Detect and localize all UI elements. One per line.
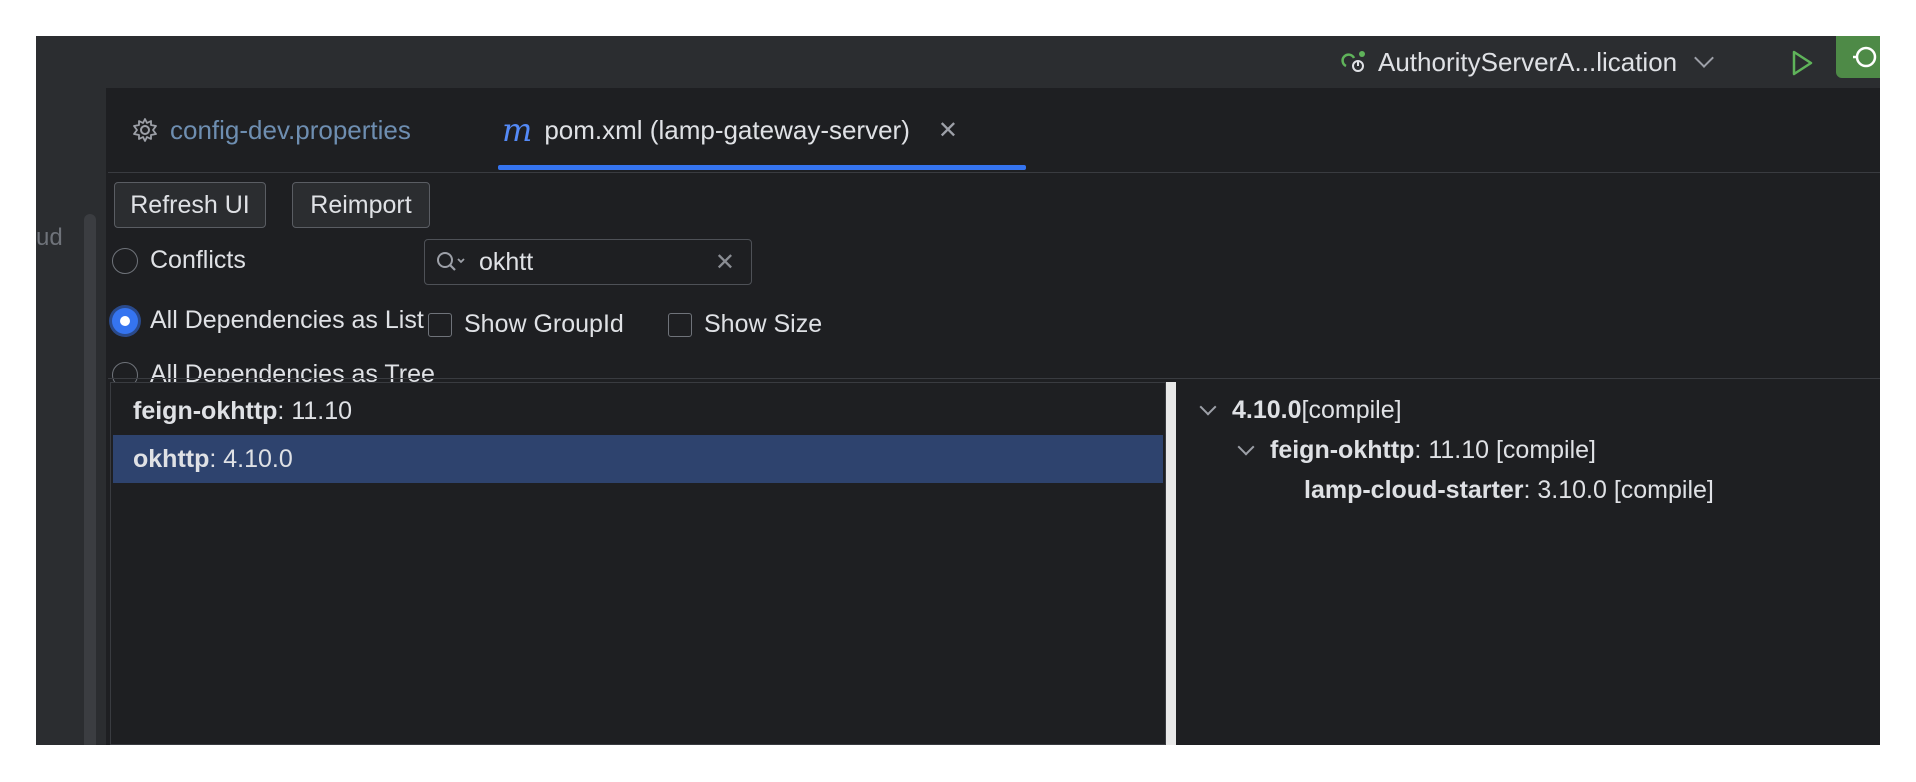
radio-label: Conflicts [150,246,246,274]
dependency-name: feign-okhttp [133,396,278,425]
dependency-version: : 4.10.0 [209,444,293,473]
tab-config-dev-properties[interactable]: config-dev.properties [132,88,411,172]
list-item[interactable]: feign-okhttp : 11.10 [113,387,1163,435]
list-item-selected[interactable]: okhttp : 4.10.0 [113,435,1163,483]
left-scrollbar[interactable] [84,214,96,745]
show-groupid-checkbox[interactable]: Show GroupId [428,310,624,339]
checkbox-label: Show Size [704,310,823,338]
run-configuration-selector[interactable]: AuthorityServerA...lication [1340,36,1715,88]
project-tool-strip: ud [36,88,106,745]
divider [108,378,1880,379]
tree-node[interactable]: 4.10.0 [compile] [1196,390,1402,430]
tree-node[interactable]: feign-okhttp : 11.10 [compile] [1234,430,1596,470]
tree-node-detail: : 3.10.0 [compile] [1523,475,1714,504]
run-config-icon [1341,51,1365,72]
chevron-down-icon[interactable] [1199,398,1217,416]
search-icon[interactable] [435,250,467,274]
dependency-list-pane: feign-okhttp : 11.10 okhttp : 4.10.0 [110,382,1166,745]
tree-node-name: lamp-cloud-starter [1304,475,1524,504]
tab-pom-xml[interactable]: m pom.xml (lamp-gateway-server) ✕ [502,88,958,172]
tab-label: config-dev.properties [170,114,411,145]
radio-button[interactable] [112,247,138,274]
checkbox[interactable] [428,312,452,337]
tree-node-name: feign-okhttp [1270,435,1415,464]
gear-icon [133,118,157,142]
checkbox[interactable] [668,312,692,337]
dependency-version: : 11.10 [277,396,353,425]
checkbox-label: Show GroupId [464,310,624,338]
maven-icon: m [502,111,533,149]
radio-conflicts[interactable]: Conflicts [112,246,246,275]
show-size-checkbox[interactable]: Show Size [668,310,822,339]
run-config-label: AuthorityServerA...lication [1378,46,1678,77]
debug-icon [1853,46,1877,68]
debug-button[interactable] [1836,36,1880,78]
refresh-ui-button[interactable]: Refresh UI [114,182,266,228]
tab-label: pom.xml (lamp-gateway-server) [544,114,910,145]
radio-all-dependencies-list[interactable]: All Dependencies as List [112,306,424,335]
dependency-tree-pane: 4.10.0 [compile] feign-okhttp : 11.10 [c… [1176,382,1880,745]
title-bar: AuthorityServerA...lication [36,36,1880,88]
active-tab-indicator [498,165,1026,170]
search-input[interactable]: okhtt [479,248,533,277]
close-icon[interactable]: ✕ [938,116,958,145]
reimport-button[interactable]: Reimport [292,182,430,228]
editor-tabs: config-dev.properties m pom.xml (lamp-ga… [108,88,1880,173]
run-button[interactable] [1784,46,1818,80]
dependency-search-field[interactable]: okhtt ✕ [424,239,752,285]
clear-search-icon[interactable]: ✕ [715,248,735,277]
tree-node-name: 4.10.0 [1232,395,1302,424]
chevron-down-icon [1694,48,1715,68]
tree-node-detail: [compile] [1301,395,1402,424]
project-tree-fragment: ud [36,224,63,251]
tree-node-detail: : 11.10 [compile] [1414,435,1597,464]
play-icon [1792,50,1813,76]
ide-window: AuthorityServerA...lication ud config-de… [36,36,1880,745]
radio-label: All Dependencies as List [150,306,424,334]
tree-node[interactable]: lamp-cloud-starter : 3.10.0 [compile] [1304,470,1714,510]
dependency-name: okhttp [133,444,210,473]
editor-area: config-dev.properties m pom.xml (lamp-ga… [108,88,1880,745]
pane-splitter[interactable] [1166,382,1176,745]
radio-button-selected[interactable] [112,307,138,334]
chevron-down-icon[interactable] [1237,438,1255,456]
